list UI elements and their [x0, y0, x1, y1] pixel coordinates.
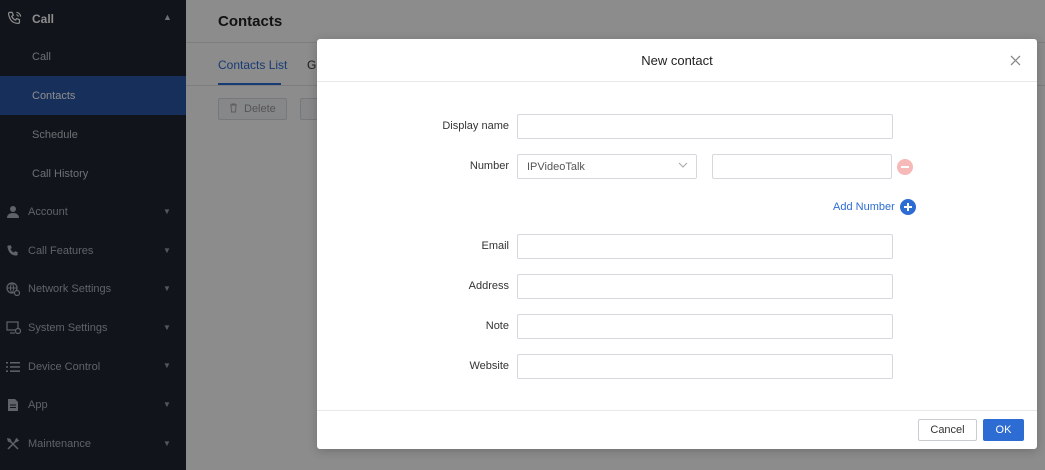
number-type-value: IPVideoTalk [527, 161, 585, 173]
remove-number-icon[interactable] [897, 159, 913, 175]
cancel-button[interactable]: Cancel [918, 419, 977, 441]
dialog-header: New contact [317, 39, 1037, 82]
display-name-label: Display name [442, 120, 509, 132]
dialog-title: New contact [641, 52, 713, 68]
number-row: Number IPVideoTalk [317, 154, 1037, 179]
close-icon[interactable] [1007, 52, 1023, 68]
address-label: Address [468, 280, 509, 292]
add-number-label: Add Number [833, 201, 895, 213]
new-contact-dialog: New contact Display name Number IPVideoT… [317, 39, 1037, 449]
note-input[interactable] [517, 314, 893, 339]
note-label: Note [485, 320, 509, 332]
website-row: Website [317, 354, 1037, 379]
number-type-select[interactable]: IPVideoTalk [517, 154, 697, 179]
email-input[interactable] [517, 234, 893, 259]
display-name-row: Display name [317, 114, 1037, 139]
address-input[interactable] [517, 274, 893, 299]
note-row: Note [317, 314, 1037, 339]
chevron-down-icon [678, 160, 688, 170]
plus-circle-icon [899, 199, 916, 215]
number-label: Number [469, 160, 509, 172]
email-label: Email [481, 240, 509, 252]
email-row: Email [317, 234, 1037, 259]
display-name-input[interactable] [517, 114, 893, 139]
website-label: Website [469, 360, 509, 372]
address-row: Address [317, 274, 1037, 299]
number-input[interactable] [712, 154, 892, 179]
website-input[interactable] [517, 354, 893, 379]
dialog-footer: Cancel OK [317, 410, 1037, 449]
add-number-button[interactable]: Add Number [833, 199, 916, 215]
ok-button[interactable]: OK [983, 419, 1024, 441]
